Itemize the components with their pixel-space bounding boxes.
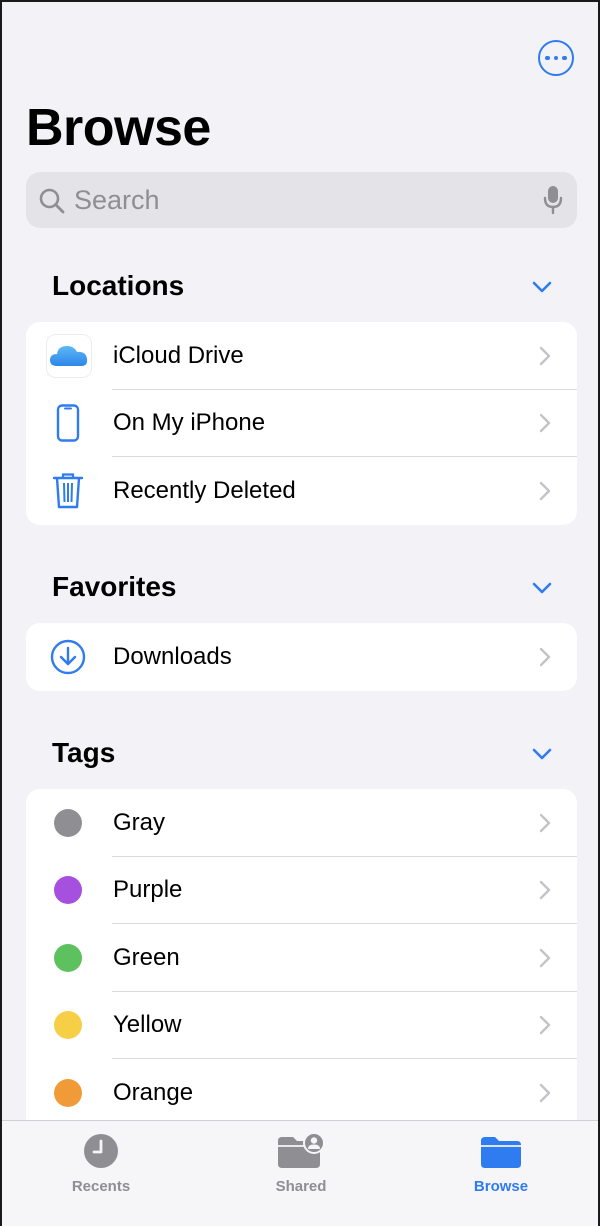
tag-color-dot	[54, 1078, 82, 1107]
tag-color-dot	[54, 876, 82, 905]
download-circle-icon	[50, 639, 86, 674]
shared-folder-icon	[278, 1133, 325, 1168]
chevron-down-icon[interactable]	[531, 745, 553, 763]
tab-browse[interactable]: Browse	[431, 1121, 571, 1226]
tag-color-dot	[54, 808, 82, 837]
section-title-tags: Tags	[52, 737, 116, 768]
chevron-right-icon	[539, 813, 551, 832]
favorites-list: Downloads	[26, 623, 577, 691]
chevron-right-icon	[539, 414, 551, 433]
search-icon	[39, 188, 65, 214]
tab-recents[interactable]: Recents	[31, 1121, 171, 1226]
iphone-icon	[56, 404, 80, 442]
more-options-button[interactable]	[538, 40, 574, 76]
search-placeholder: Search	[74, 185, 160, 215]
list-item-tag-green[interactable]: Green	[26, 924, 577, 992]
chevron-right-icon	[539, 948, 551, 967]
clock-icon	[84, 1134, 118, 1168]
list-item-tag-purple[interactable]: Purple	[26, 857, 577, 924]
section-title-favorites: Favorites	[52, 571, 177, 602]
chevron-right-icon	[539, 1083, 551, 1102]
microphone-icon[interactable]	[543, 185, 563, 215]
tags-list: Gray Purple Green Yellow Orange	[26, 789, 577, 1129]
chevron-right-icon	[539, 881, 551, 900]
list-item-downloads[interactable]: Downloads	[26, 623, 577, 691]
tag-color-dot	[54, 1011, 82, 1040]
page-title: Browse	[26, 99, 211, 157]
tab-shared[interactable]: Shared	[231, 1121, 371, 1226]
ellipsis-circle-icon	[545, 55, 550, 61]
tag-color-dot	[54, 943, 82, 972]
section-title-locations: Locations	[52, 270, 185, 301]
list-item-tag-orange[interactable]: Orange	[26, 1059, 577, 1127]
search-field[interactable]: Search	[26, 172, 577, 228]
list-item-tag-yellow[interactable]: Yellow	[26, 992, 577, 1059]
chevron-right-icon	[539, 481, 551, 500]
chevron-right-icon	[539, 346, 551, 365]
list-item-tag-gray[interactable]: Gray	[26, 789, 577, 857]
list-item-icloud-drive[interactable]: iCloud Drive	[26, 322, 577, 390]
trash-icon	[52, 473, 84, 508]
list-item-recently-deleted[interactable]: Recently Deleted	[26, 457, 577, 525]
locations-list: iCloud Drive On My iPhone Recently Delet…	[26, 322, 577, 525]
tab-bar: Recents Shared Browse	[2, 1120, 598, 1226]
icloud-icon	[46, 333, 92, 378]
list-item-on-my-iphone[interactable]: On My iPhone	[26, 390, 577, 457]
chevron-down-icon[interactable]	[531, 278, 553, 296]
chevron-right-icon	[539, 1016, 551, 1035]
chevron-down-icon[interactable]	[531, 579, 553, 597]
chevron-right-icon	[539, 647, 551, 666]
folder-icon	[481, 1137, 521, 1168]
